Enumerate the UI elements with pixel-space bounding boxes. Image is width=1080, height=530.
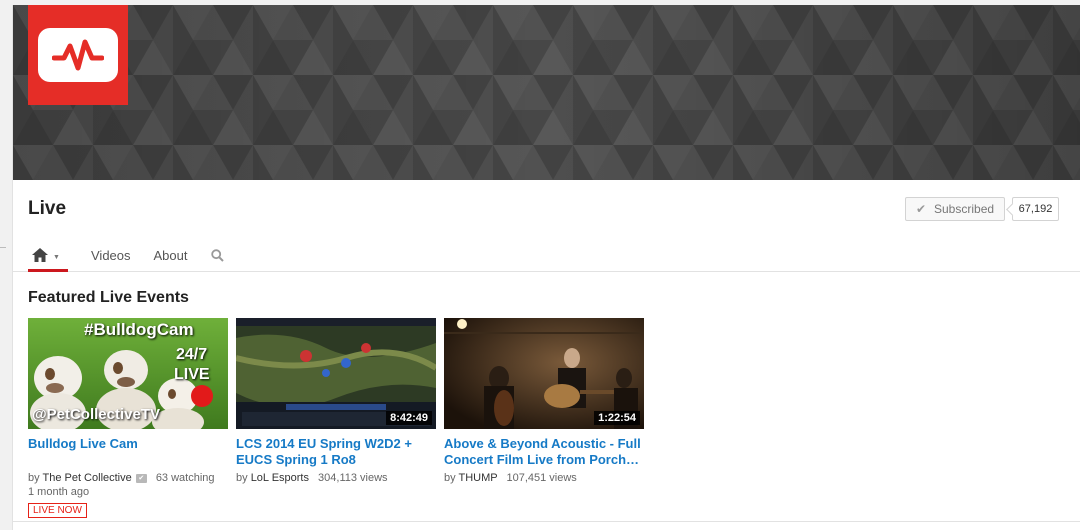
video-duration: 8:42:49 — [386, 411, 432, 425]
view-count: 304,113 views — [318, 472, 388, 484]
video-age: 1 month ago — [28, 486, 90, 498]
thumbnail-247-text: 24/7 — [176, 346, 208, 363]
video-duration: 1:22:54 — [594, 411, 640, 425]
checkmark-icon: ✔ — [915, 202, 926, 216]
thumbnail-hashtag-text: #BulldogCam — [84, 320, 194, 339]
video-card: 1:22:54 Above & Beyond Acoustic - Full C… — [444, 318, 644, 518]
channel-nav: ▼ Videos About — [28, 240, 224, 272]
video-card: #BulldogCam 24/7 LIVE @PetCollectiveTV B… — [28, 318, 228, 518]
tab-home[interactable]: ▼ — [28, 240, 68, 272]
video-shelf: #BulldogCam 24/7 LIVE @PetCollectiveTV B… — [28, 318, 644, 518]
chevron-down-icon[interactable]: ▼ — [53, 254, 60, 261]
watching-count: 63 watching — [155, 472, 215, 484]
video-card: 8:42:49 LCS 2014 EU Spring W2D2 + EUCS S… — [236, 318, 436, 518]
tab-about[interactable]: About — [154, 240, 188, 263]
channel-link[interactable]: The Pet Collective — [42, 472, 131, 484]
channel-banner — [13, 5, 1080, 180]
thumbnail-handle-text: @PetCollectiveTV — [32, 406, 160, 423]
by-label: by — [444, 472, 456, 484]
page-edge-mark — [0, 247, 6, 248]
thumbnail-live-text: LIVE — [174, 366, 210, 383]
subscriber-count: 67,192 — [1012, 197, 1059, 221]
video-meta: by The Pet Collective ✔ 63 watching — [28, 471, 228, 485]
search-icon — [210, 249, 224, 262]
channel-page: Live ✔ Subscribed 67,192 ▼ Videos About — [12, 5, 1080, 530]
channel-link[interactable]: LoL Esports — [251, 472, 309, 484]
home-icon — [32, 248, 48, 262]
verified-icon: ✔ — [135, 473, 147, 483]
video-title-link[interactable]: LCS 2014 EU Spring W2D2 + EUCS Spring 1 … — [236, 436, 436, 468]
channel-search-button[interactable] — [210, 240, 224, 267]
video-title-link[interactable]: Bulldog Live Cam — [28, 436, 228, 468]
view-count: 107,451 views — [506, 472, 577, 484]
featured-section-header: Featured Live Events — [28, 289, 189, 307]
live-pulse-icon — [38, 28, 118, 82]
by-label: by — [236, 472, 248, 484]
tab-videos[interactable]: Videos — [91, 240, 131, 263]
video-thumbnail[interactable]: 8:42:49 — [236, 318, 436, 429]
video-meta: by THUMP 107,451 views — [444, 471, 644, 485]
video-meta: by LoL Esports 304,113 views — [236, 471, 436, 485]
subscribed-label: Subscribed — [934, 202, 995, 216]
video-title-link[interactable]: Above & Beyond Acoustic - Full Concert F… — [444, 436, 644, 468]
channel-title: Live — [28, 198, 67, 219]
banner-pattern — [13, 5, 1080, 180]
section-title: Featured Live Events — [28, 289, 189, 306]
video-thumbnail[interactable]: 1:22:54 — [444, 318, 644, 429]
channel-logo[interactable] — [28, 5, 128, 105]
channel-link[interactable]: THUMP — [458, 472, 497, 484]
channel-header: Live ✔ Subscribed 67,192 ▼ Videos About — [13, 180, 1080, 272]
live-now-badge: LIVE NOW — [28, 503, 87, 518]
video-thumbnail[interactable]: #BulldogCam 24/7 LIVE @PetCollectiveTV — [28, 318, 228, 429]
by-label: by — [28, 472, 40, 484]
subscribed-button[interactable]: ✔ Subscribed — [905, 197, 1005, 221]
section-divider — [13, 521, 1080, 522]
